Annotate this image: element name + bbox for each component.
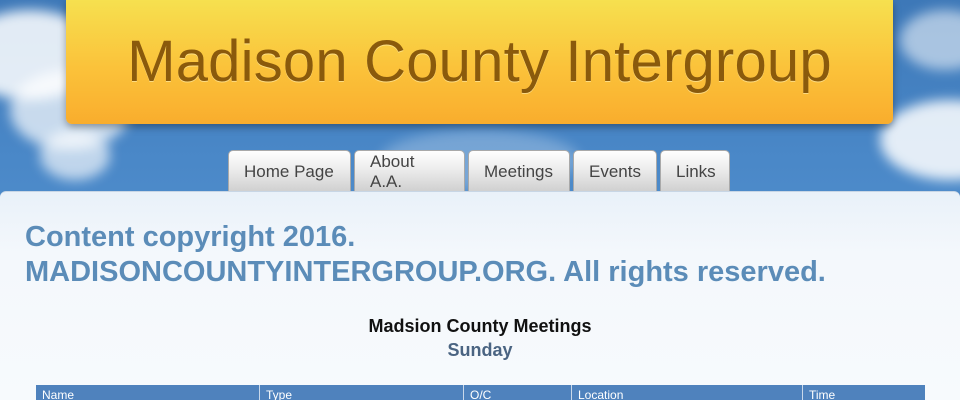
column-header-name: Name xyxy=(36,385,260,400)
site-banner: Madison County Intergroup xyxy=(66,0,893,124)
column-header-location: Location xyxy=(572,385,803,400)
day-heading: Sunday xyxy=(447,340,513,360)
cloud xyxy=(900,10,960,70)
main-nav: Home Page About A.A. Meetings Events Lin… xyxy=(228,150,730,192)
copyright-line: MADISONCOUNTYINTERGROUP.ORG. All rights … xyxy=(25,256,826,288)
meetings-title: Madsion County Meetings xyxy=(368,316,592,336)
cloud xyxy=(40,130,110,180)
site-title: Madison County Intergroup xyxy=(127,29,832,94)
tab-label: Links xyxy=(676,161,716,181)
column-header-oc: O/C xyxy=(464,385,572,400)
tab-meetings[interactable]: Meetings xyxy=(468,150,570,192)
copyright-notice: Content copyright 2016. MADISONCOUNTYINT… xyxy=(25,220,935,290)
tab-label: Home Page xyxy=(244,161,334,181)
tab-home-page[interactable]: Home Page xyxy=(228,150,351,192)
tab-label: Meetings xyxy=(484,161,553,181)
meetings-table-header: Name Type O/C Location Time xyxy=(36,385,925,400)
column-header-type: Type xyxy=(260,385,464,400)
content-panel: Content copyright 2016. MADISONCOUNTYINT… xyxy=(0,191,960,400)
tab-links[interactable]: Links xyxy=(660,150,730,192)
tab-label: Events xyxy=(589,161,641,181)
column-header-time: Time xyxy=(809,388,836,400)
copyright-line: Content copyright 2016. xyxy=(25,221,356,253)
tab-label: About A.A. xyxy=(370,151,415,191)
tab-about-aa[interactable]: About A.A. xyxy=(354,150,465,192)
tab-events[interactable]: Events xyxy=(573,150,657,192)
